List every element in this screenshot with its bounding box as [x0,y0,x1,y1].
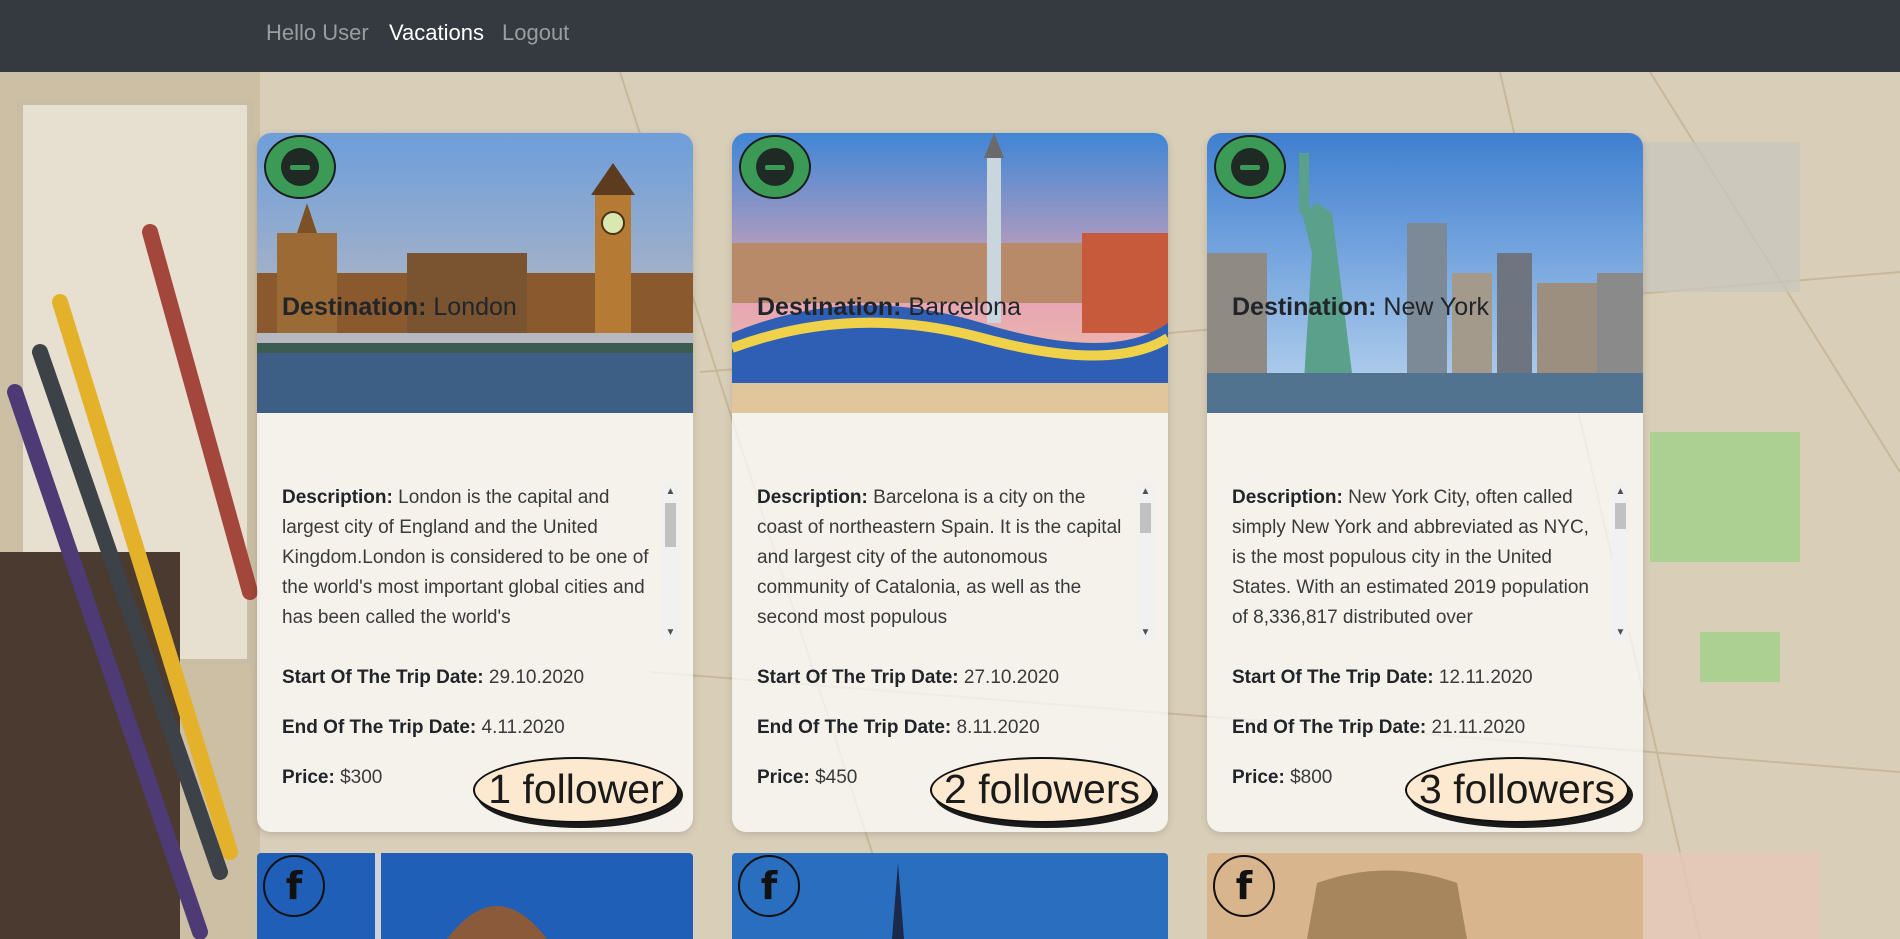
nav-logout[interactable]: Logout [502,20,569,46]
followers-count: 3 followers [1405,757,1629,823]
end-date-label: End Of The Trip Date: [757,717,952,738]
destination-heading: Destination: New York [1232,293,1489,322]
minus-circle-icon [1231,148,1269,186]
price: Price: $450 [757,767,857,789]
followers-count: 2 followers [930,757,1154,823]
destination-heading: Destination: Barcelona [757,293,1021,322]
vacation-card-barcelona: Destination: Barcelona Description: Barc… [732,133,1168,832]
start-date-value: 12.11.2020 [1438,667,1533,688]
vacation-card-row2-1: f [257,853,693,939]
description-text: London is the capital and largest city o… [282,487,649,628]
vacation-card-row2-2: f [732,853,1168,939]
end-date-label: End Of The Trip Date: [282,717,477,738]
followers-count: 1 follower [473,757,679,823]
minus-circle-icon [281,148,319,186]
price-value: $450 [815,767,858,788]
vacation-card-new-york: Destination: New York Description: New Y… [1207,133,1643,832]
scroll-down-icon[interactable]: ▼ [1612,624,1629,641]
description-scrollbar[interactable]: ▲ ▼ [662,483,679,641]
start-date-value: 29.10.2020 [488,667,585,688]
start-date-value: 27.10.2020 [963,667,1060,688]
price-label: Price: [1232,767,1285,788]
unfollow-button[interactable] [739,135,811,199]
destination-value: New York [1383,293,1490,321]
start-date: Start Of The Trip Date: 12.11.2020 [1232,667,1533,689]
facebook-icon[interactable]: f [1213,855,1275,917]
start-date: Start Of The Trip Date: 29.10.2020 [282,667,584,689]
scroll-up-icon[interactable]: ▲ [1137,483,1154,500]
scrollbar-thumb[interactable] [1140,503,1151,533]
destination-label: Destination: [757,293,902,321]
scroll-up-icon[interactable]: ▲ [662,483,679,500]
price: Price: $300 [282,767,382,789]
destination-heading: Destination: London [282,293,517,322]
description-box[interactable]: Description: London is the capital and l… [282,483,679,641]
description-box[interactable]: Description: New York City, often called… [1232,483,1629,641]
end-date-value: 21.11.2020 [1431,717,1526,738]
scrollbar-thumb[interactable] [1615,503,1626,529]
start-date-label: Start Of The Trip Date: [1232,667,1434,688]
facebook-icon[interactable]: f [263,855,325,917]
description-text: New York City, often called simply New Y… [1232,487,1590,628]
destination-label: Destination: [1232,293,1377,321]
nav-hello-user[interactable]: Hello User [266,20,369,46]
scroll-down-icon[interactable]: ▼ [1137,624,1154,641]
price-value: $300 [340,767,383,788]
description-scrollbar[interactable]: ▲ ▼ [1137,483,1154,641]
end-date-value: 8.11.2020 [956,717,1040,738]
end-date: End Of The Trip Date: 4.11.2020 [282,717,565,739]
vacation-card-row2-3: f [1207,853,1643,939]
price-value: $800 [1290,767,1333,788]
description-label: Description: [1232,487,1343,508]
end-date-value: 4.11.2020 [481,717,565,738]
destination-value: London [433,293,517,321]
facebook-icon[interactable]: f [738,855,800,917]
unfollow-button[interactable] [264,135,336,199]
destination-label: Destination: [282,293,427,321]
vacation-card-london: Destination: London Description: London … [257,133,693,832]
start-date-label: Start Of The Trip Date: [757,667,959,688]
end-date-label: End Of The Trip Date: [1232,717,1427,738]
price: Price: $800 [1232,767,1332,789]
description-label: Description: [757,487,868,508]
price-label: Price: [282,767,335,788]
end-date: End Of The Trip Date: 8.11.2020 [757,717,1040,739]
scroll-up-icon[interactable]: ▲ [1612,483,1629,500]
description-scrollbar[interactable]: ▲ ▼ [1612,483,1629,641]
end-date: End Of The Trip Date: 21.11.2020 [1232,717,1525,739]
unfollow-button[interactable] [1214,135,1286,199]
destination-value: Barcelona [908,293,1021,321]
scrollbar-thumb[interactable] [665,503,676,547]
price-label: Price: [757,767,810,788]
description-text: Barcelona is a city on the coast of nort… [757,487,1122,628]
scroll-down-icon[interactable]: ▼ [662,624,679,641]
description-box[interactable]: Description: Barcelona is a city on the … [757,483,1154,641]
start-date: Start Of The Trip Date: 27.10.2020 [757,667,1059,689]
nav-vacations[interactable]: Vacations [389,20,484,46]
start-date-label: Start Of The Trip Date: [282,667,484,688]
description-label: Description: [282,487,393,508]
top-navbar: Hello User Vacations Logout [0,0,1900,72]
minus-circle-icon [756,148,794,186]
